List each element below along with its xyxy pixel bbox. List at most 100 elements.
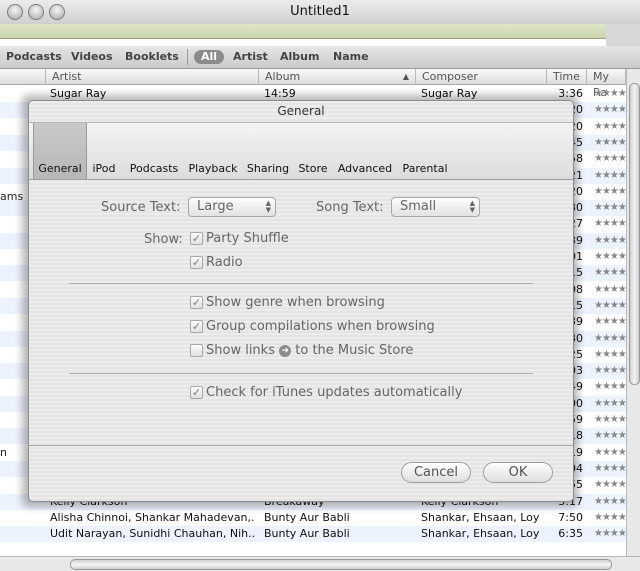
status-display	[0, 24, 606, 39]
tab-store[interactable]: Store	[296, 123, 330, 179]
rating-stars-icon[interactable]: ★★★★★	[594, 265, 626, 281]
show-genre-label: Show genre when browsing	[206, 295, 385, 310]
tab-ipod[interactable]: iPod	[87, 123, 121, 179]
popup-arrows-icon: ▲ ▼	[265, 199, 271, 214]
rating-stars-icon[interactable]: ★★★★★	[594, 298, 626, 314]
rating-stars-icon[interactable]: ★★★★★	[594, 233, 626, 249]
browse-item-videos[interactable]: Videos	[71, 50, 113, 63]
column-header-composer[interactable]: Composer	[416, 69, 547, 85]
column-header-artist[interactable]: Artist	[46, 69, 259, 85]
song-text-popup[interactable]: Small ▲ ▼	[391, 197, 480, 217]
rating-stars-icon[interactable]: ★★★★★	[594, 184, 626, 200]
column-header-time[interactable]: Time	[547, 69, 587, 85]
checkmark-icon: ✓	[191, 296, 202, 309]
show-links-label: Show links ➜ to the Music Store	[206, 343, 413, 358]
column-header-album-label: Album	[265, 70, 301, 83]
tab-podcasts[interactable]: Podcasts	[126, 123, 182, 179]
rating-stars-icon[interactable]: ★★★★★	[594, 428, 626, 444]
filter-artist[interactable]: Artist	[233, 50, 268, 63]
rating-stars-icon[interactable]: ★★★★★	[594, 412, 626, 428]
rating-stars-icon[interactable]: ★★★★★	[594, 216, 626, 232]
column-header-time-label: Time	[553, 70, 580, 83]
source-browse-bar: Podcasts Videos Booklets All Artist Albu…	[0, 46, 640, 69]
ok-button[interactable]: OK	[483, 462, 553, 483]
radio-checkbox[interactable]: ✓	[190, 256, 203, 269]
toolbar-right-area	[606, 24, 640, 46]
cell-rating: ★★★★★	[594, 479, 626, 491]
rating-stars-icon[interactable]: ★★★★★	[594, 314, 626, 330]
horizontal-scrollbar[interactable]	[0, 556, 640, 571]
checkmark-icon: ✓	[191, 232, 202, 245]
tab-advanced[interactable]: Advanced	[335, 123, 395, 179]
party-shuffle-checkbox[interactable]: ✓	[190, 232, 203, 245]
column-header-artist-label: Artist	[52, 70, 82, 83]
show-links-text-post: to the Music Store	[295, 343, 414, 358]
filter-album[interactable]: Album	[280, 50, 319, 63]
tab-podcasts-label: Podcasts	[129, 162, 179, 175]
column-header-rating[interactable]: My Ra	[587, 69, 626, 99]
cell-time: 7:50	[558, 510, 583, 524]
browse-item-podcasts[interactable]: Podcasts	[6, 50, 62, 63]
cell-composer: Shankar, Ehsaan, Loy	[421, 527, 540, 541]
browse-item-booklets[interactable]: Booklets	[125, 50, 179, 63]
rating-stars-icon[interactable]: ★★★★★	[594, 102, 626, 118]
window-title: Untitled1	[290, 4, 350, 19]
divider	[69, 373, 533, 374]
tab-sharing-label: Sharing	[246, 162, 290, 175]
rating-stars-icon[interactable]: ★★★★★	[594, 151, 626, 167]
source-text-popup[interactable]: Large ▲ ▼	[188, 197, 276, 217]
table-row[interactable]: Udit Narayan, Sunidhi Chauhan, Nih... Bun…	[0, 526, 626, 543]
source-text-value: Large	[197, 199, 234, 214]
rating-stars-icon[interactable]: ★★★★★	[594, 249, 626, 265]
tab-sharing[interactable]: Sharing	[244, 123, 292, 179]
cell-rating: ★★★★★	[594, 495, 626, 507]
show-links-checkbox[interactable]	[190, 344, 203, 357]
filter-name[interactable]: Name	[333, 50, 369, 63]
cell-artist: Alisha Chinnoi, Shankar Mahadevan,...	[50, 510, 255, 524]
rating-stars-icon[interactable]: ★★★★★	[594, 331, 626, 347]
show-genre-checkbox[interactable]: ✓	[190, 296, 203, 309]
vertical-scrollbar[interactable]	[626, 69, 640, 556]
tab-general[interactable]: General	[33, 123, 87, 179]
filter-all-pill[interactable]: All	[194, 50, 224, 64]
rating-stars-icon[interactable]: ★★★★★	[594, 379, 626, 395]
tab-ipod-label: iPod	[92, 162, 116, 175]
table-row[interactable]: Alisha Chinnoi, Shankar Mahadevan,... Bun…	[0, 510, 626, 526]
cell-album: Bunty Aur Babli	[264, 510, 350, 524]
horizontal-scroll-thumb[interactable]	[70, 559, 612, 570]
group-compilations-checkbox[interactable]: ✓	[190, 320, 203, 333]
cell-time: 6:35	[558, 527, 583, 541]
rating-stars-icon[interactable]: ★★★★★	[594, 461, 626, 477]
dialog-bottom-divider	[29, 445, 573, 446]
cell-artist: Udit Narayan, Sunidhi Chauhan, Nih...	[50, 527, 255, 541]
cancel-button[interactable]: Cancel	[401, 462, 471, 483]
checkmark-icon: ✓	[191, 256, 202, 269]
column-header-album[interactable]: Album ▲	[259, 69, 416, 85]
checkmark-icon: ✓	[191, 386, 202, 399]
cell-album: Bunty Aur Babli	[264, 527, 350, 541]
song-text-value: Small	[400, 199, 437, 214]
tab-playback[interactable]: Playback	[186, 123, 240, 179]
check-updates-checkbox[interactable]: ✓	[190, 386, 203, 399]
rating-stars-icon[interactable]: ★★★★★	[594, 168, 626, 184]
tab-advanced-label: Advanced	[337, 162, 393, 175]
rating-stars-icon[interactable]: ★★★★★	[594, 347, 626, 363]
tab-store-label: Store	[298, 162, 328, 175]
party-shuffle-label: Party Shuffle	[206, 231, 289, 246]
rating-stars-icon[interactable]: ★★★★★	[594, 119, 626, 135]
rating-stars-icon[interactable]: ★★★★★	[594, 135, 626, 151]
show-label: Show:	[144, 232, 183, 247]
rating-stars-icon[interactable]: ★★★★★	[594, 282, 626, 298]
divider	[69, 283, 533, 284]
rating-stars-icon[interactable]: ★★★★★	[594, 200, 626, 216]
window-titlebar: Untitled1	[0, 0, 640, 25]
source-text-label: Source Text:	[101, 200, 181, 215]
column-header-composer-label: Composer	[422, 70, 478, 83]
rating-stars-icon[interactable]: ★★★★★	[594, 445, 626, 461]
preferences-tabbar: General iPod Podcasts Playback Sharing S…	[29, 122, 573, 180]
tab-playback-label: Playback	[188, 162, 238, 175]
rating-stars-icon[interactable]: ★★★★★	[594, 396, 626, 412]
rating-stars-icon[interactable]: ★★★★★	[594, 363, 626, 379]
tab-parental[interactable]: Parental	[399, 123, 451, 179]
vertical-scroll-thumb[interactable]	[629, 83, 640, 385]
